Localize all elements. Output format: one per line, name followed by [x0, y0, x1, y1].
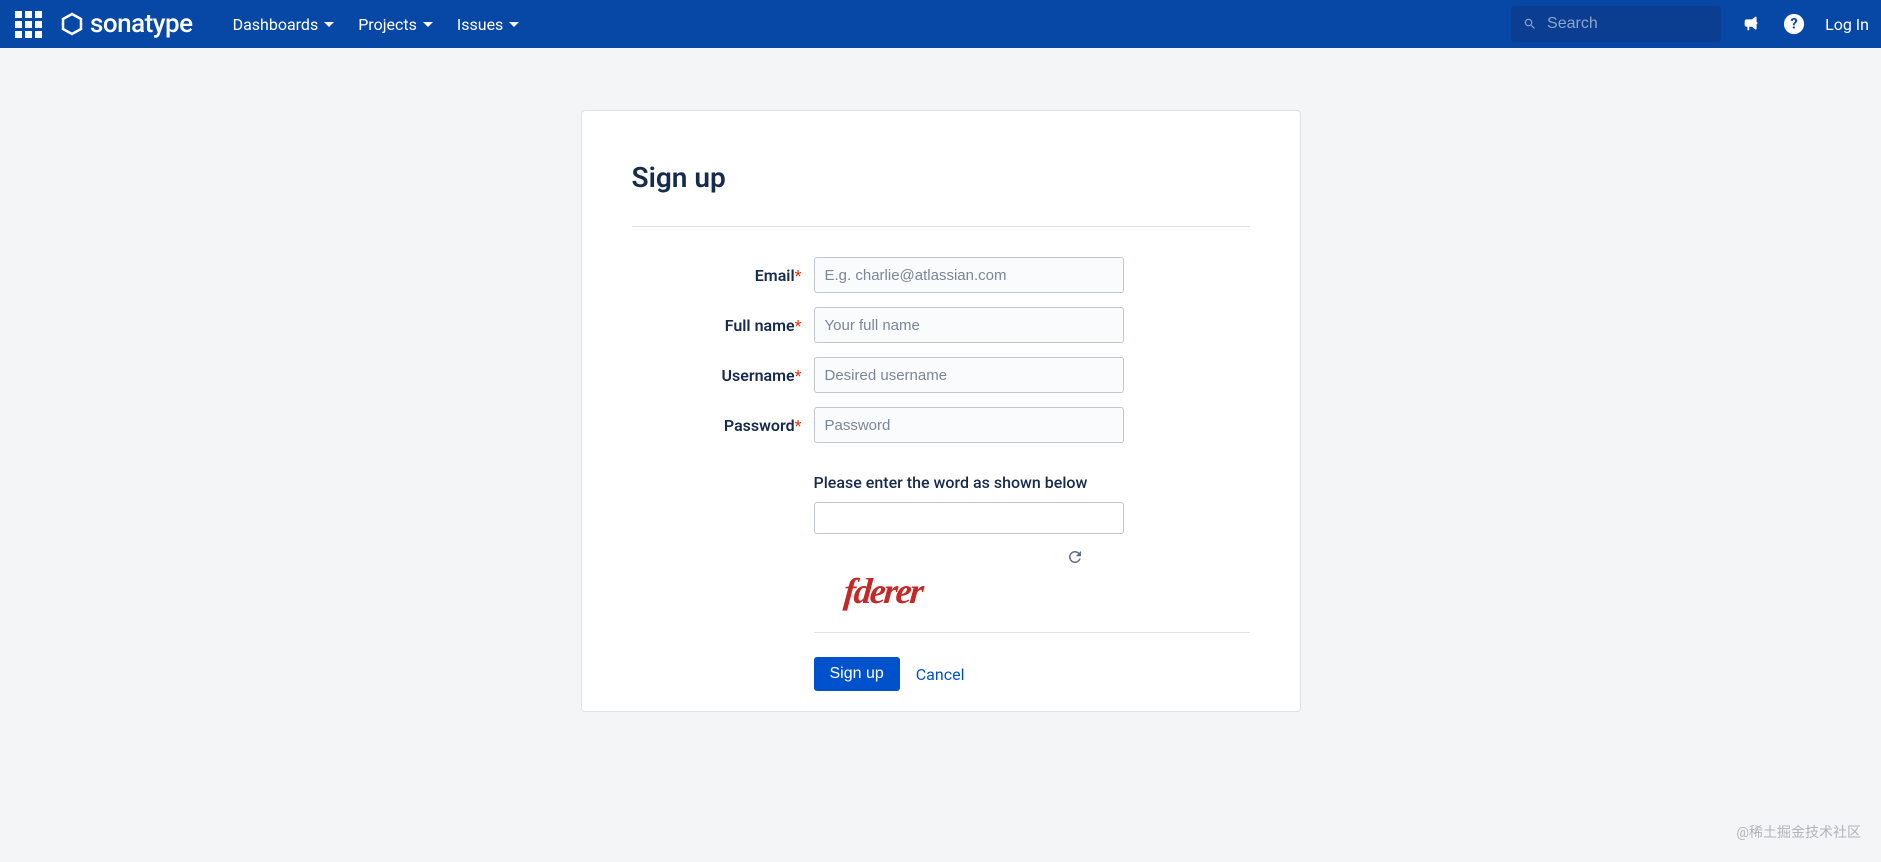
captcha-field[interactable] [814, 502, 1124, 534]
nav-projects[interactable]: Projects [358, 15, 433, 34]
brand-name: sonatype [90, 9, 193, 39]
password-row: Password* [632, 407, 1250, 443]
search-icon [1523, 16, 1537, 32]
fullname-row: Full name* [632, 307, 1250, 343]
help-icon: ? [1783, 13, 1805, 35]
signup-card: Sign up Email* Full name* Username* Pass… [581, 110, 1301, 712]
form-actions: Sign up Cancel [814, 632, 1250, 691]
signup-button[interactable]: Sign up [814, 657, 900, 691]
fullname-field[interactable] [814, 307, 1124, 343]
apps-grid-icon [15, 11, 42, 38]
cancel-link[interactable]: Cancel [916, 665, 965, 684]
captcha-image: fderer [842, 570, 924, 612]
captcha-image-row: fderer [814, 548, 1124, 612]
svg-text:?: ? [1790, 15, 1797, 33]
help-button[interactable]: ? [1783, 13, 1805, 35]
page-content: Sign up Email* Full name* Username* Pass… [0, 48, 1881, 712]
nav-menu: Dashboards Projects Issues [233, 15, 520, 34]
page-title: Sign up [632, 161, 1250, 194]
nav-item-label: Dashboards [233, 15, 319, 34]
chevron-down-icon [324, 22, 334, 27]
login-link[interactable]: Log In [1825, 15, 1869, 34]
captcha-label: Please enter the word as shown below [814, 473, 1250, 492]
watermark: @稀土掘金技术社区 [1736, 822, 1861, 842]
email-row: Email* [632, 257, 1250, 293]
chevron-down-icon [509, 22, 519, 27]
username-label: Username* [632, 366, 802, 385]
chevron-down-icon [423, 22, 433, 27]
fullname-label: Full name* [632, 316, 802, 335]
feedback-button[interactable] [1741, 13, 1763, 35]
password-field[interactable] [814, 407, 1124, 443]
refresh-captcha-button[interactable] [1066, 548, 1084, 570]
megaphone-icon [1741, 13, 1763, 35]
email-label: Email* [632, 266, 802, 285]
search-input[interactable] [1547, 15, 1709, 33]
captcha-section: Please enter the word as shown below fde… [814, 473, 1250, 612]
refresh-icon [1066, 548, 1084, 566]
divider [632, 226, 1250, 227]
username-row: Username* [632, 357, 1250, 393]
nav-item-label: Projects [358, 15, 417, 34]
password-label: Password* [632, 416, 802, 435]
hexagon-icon [60, 12, 84, 36]
username-field[interactable] [814, 357, 1124, 393]
app-switcher-button[interactable] [12, 8, 44, 40]
nav-issues[interactable]: Issues [457, 15, 519, 34]
email-field[interactable] [814, 257, 1124, 293]
brand-logo[interactable]: sonatype [60, 9, 193, 39]
nav-dashboards[interactable]: Dashboards [233, 15, 335, 34]
nav-item-label: Issues [457, 15, 503, 34]
top-navbar: sonatype Dashboards Projects Issues [0, 0, 1881, 48]
search-container[interactable] [1511, 6, 1721, 42]
nav-right: ? Log In [1511, 6, 1869, 42]
